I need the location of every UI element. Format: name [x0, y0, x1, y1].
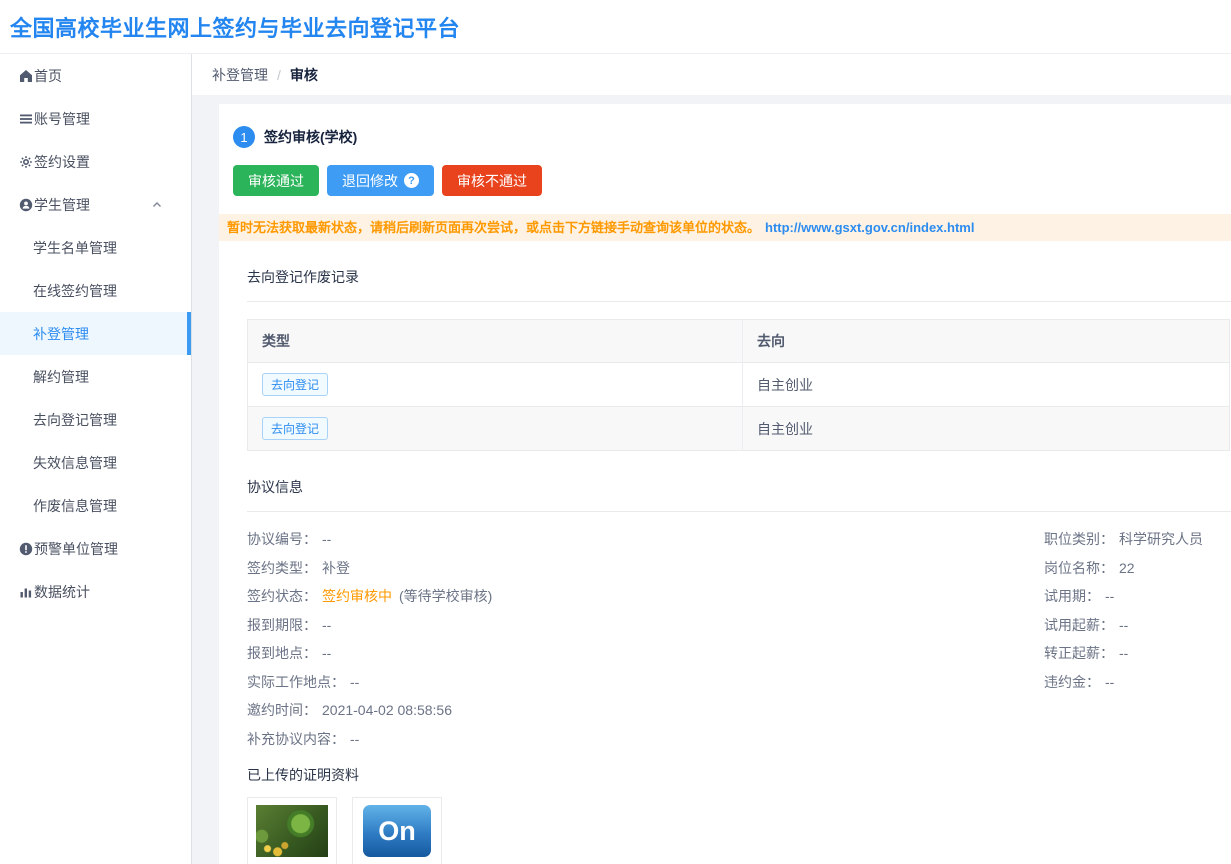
return-for-edit-button[interactable]: 退回修改 ?	[327, 165, 434, 196]
agreement-section: 协议信息 协议编号： -- 签约类型： 补登	[247, 477, 1231, 864]
attachment-card[interactable]: 查看	[247, 797, 337, 864]
approve-button[interactable]: 审核通过	[233, 165, 319, 196]
attachment-card[interactable]: On 查看	[352, 797, 442, 864]
destination-cell: 自主创业	[743, 407, 1230, 451]
sidebar-item-student-list[interactable]: 学生名单管理	[0, 226, 191, 269]
sidebar-item-label: 首页	[34, 66, 62, 86]
breadcrumb: 补登管理 / 审核	[192, 54, 1231, 95]
type-tag: 去向登记	[262, 417, 328, 440]
alert-icon	[18, 541, 33, 556]
app-header: 全国高校毕业生网上签约与毕业去向登记平台	[0, 0, 1231, 54]
gsxt-link[interactable]: http://www.gsxt.gov.cn/index.html	[765, 220, 974, 235]
list-icon	[18, 111, 33, 126]
field-position-category: 职位类别： 科学研究人员	[1044, 530, 1203, 550]
question-circle-icon: ?	[404, 173, 419, 188]
sidebar-item-student-mgmt[interactable]: 学生管理	[0, 183, 191, 226]
status-note: (等待学校审核)	[399, 587, 492, 607]
table-row: 去向登记 自主创业	[248, 363, 1230, 407]
page-title: 全国高校毕业生网上签约与毕业去向登记平台	[10, 11, 460, 43]
sidebar-item-label: 失效信息管理	[33, 453, 117, 473]
sidebar-item-home[interactable]: 首页	[0, 54, 191, 97]
sidebar-item-supplementary-reg[interactable]: 补登管理	[0, 312, 191, 355]
step-title: 签约审核(学校)	[264, 127, 357, 147]
notice-text: 暂时无法获取最新状态，请稍后刷新页面再次尝试，或点击下方链接手动查询该单位的状态…	[227, 220, 760, 235]
home-icon	[18, 68, 33, 83]
field-probation-period: 试用期： --	[1044, 587, 1203, 607]
table-header-row: 类型 去向	[248, 320, 1230, 363]
sidebar-item-statistics[interactable]: 数据统计	[0, 570, 191, 613]
sidebar-item-label: 签约设置	[34, 152, 90, 172]
attachments-title: 已上传的证明资料	[247, 765, 1231, 785]
column-header-type: 类型	[248, 320, 743, 363]
field-penalty: 违约金： --	[1044, 673, 1203, 693]
agreement-title: 协议信息	[247, 477, 1231, 512]
sidebar-item-label: 学生名单管理	[33, 238, 117, 258]
type-tag: 去向登记	[262, 373, 328, 396]
destination-cell: 自主创业	[743, 363, 1230, 407]
reject-button-label: 审核不通过	[457, 171, 527, 191]
status-notice-bar: 暂时无法获取最新状态，请稍后刷新页面再次尝试，或点击下方链接手动查询该单位的状态…	[219, 214, 1231, 241]
content-card: 1 签约审核(学校) 审核通过 退回修改 ? 审核不通过	[219, 104, 1231, 864]
attachment-thumbnail-image: On	[361, 805, 433, 857]
approve-button-label: 审核通过	[248, 171, 304, 191]
field-regular-salary: 转正起薪： --	[1044, 644, 1203, 664]
field-invite-time: 邀约时间： 2021-04-02 08:58:56	[247, 701, 1231, 721]
breadcrumb-parent[interactable]: 补登管理	[212, 65, 268, 85]
breadcrumb-separator: /	[277, 67, 281, 83]
reject-button[interactable]: 审核不通过	[442, 165, 542, 196]
on-logo: On	[363, 805, 431, 857]
gear-icon	[18, 154, 33, 169]
bar-chart-icon	[18, 584, 33, 599]
field-position-name: 岗位名称： 22	[1044, 559, 1203, 579]
void-records-title: 去向登记作废记录	[247, 267, 1231, 302]
sidebar-item-label: 学生管理	[34, 195, 90, 215]
sidebar-item-sign-settings[interactable]: 签约设置	[0, 140, 191, 183]
return-button-label: 退回修改	[342, 171, 398, 191]
sidebar-item-invalid-info[interactable]: 失效信息管理	[0, 441, 191, 484]
sidebar-item-label: 数据统计	[34, 582, 90, 602]
attachments-row: 查看 On 查看	[247, 797, 1231, 864]
step-number-badge: 1	[233, 126, 255, 148]
sidebar-item-online-sign[interactable]: 在线签约管理	[0, 269, 191, 312]
void-records-table: 类型 去向 去向登记 自主创业 去向登记 自主创业	[247, 319, 1230, 451]
breadcrumb-current: 审核	[290, 65, 318, 85]
status-badge: 签约审核中	[322, 587, 392, 607]
column-header-destination: 去向	[743, 320, 1230, 363]
sidebar-item-label: 作废信息管理	[33, 496, 117, 516]
sidebar: 首页 账号管理 签约设置 学生管理	[0, 54, 192, 864]
sidebar-item-voided-info[interactable]: 作废信息管理	[0, 484, 191, 527]
sidebar-item-label: 去向登记管理	[33, 410, 117, 430]
sidebar-item-destination-reg[interactable]: 去向登记管理	[0, 398, 191, 441]
main-area: 补登管理 / 审核 1 签约审核(学校) 审核通过 退回修改 ?	[192, 54, 1231, 864]
action-button-row: 审核通过 退回修改 ? 审核不通过	[233, 165, 1231, 196]
field-supplementary-content: 补充协议内容： --	[247, 730, 1231, 750]
sidebar-item-label: 补登管理	[33, 324, 89, 344]
agreement-info: 协议编号： -- 签约类型： 补登 签约状态： 签约审核中 (等待学校审核)	[247, 512, 1231, 749]
attachment-thumbnail-image	[256, 805, 328, 857]
sidebar-item-label: 预警单位管理	[34, 539, 118, 559]
app-window: 全国高校毕业生网上签约与毕业去向登记平台 首页 账号管理 签约设置	[0, 0, 1231, 864]
sidebar-item-label: 解约管理	[33, 367, 89, 387]
user-icon	[18, 197, 33, 212]
sidebar-item-label: 账号管理	[34, 109, 90, 129]
chevron-up-icon	[151, 199, 163, 211]
step-indicator: 1 签约审核(学校)	[233, 126, 1231, 148]
sidebar-item-warning-units[interactable]: 预警单位管理	[0, 527, 191, 570]
sidebar-item-account[interactable]: 账号管理	[0, 97, 191, 140]
void-records-section: 去向登记作废记录 类型 去向 去向登记 自主创业	[247, 267, 1231, 451]
field-probation-salary: 试用起薪： --	[1044, 616, 1203, 636]
sidebar-item-label: 在线签约管理	[33, 281, 117, 301]
sidebar-item-termination[interactable]: 解约管理	[0, 355, 191, 398]
table-row: 去向登记 自主创业	[248, 407, 1230, 451]
